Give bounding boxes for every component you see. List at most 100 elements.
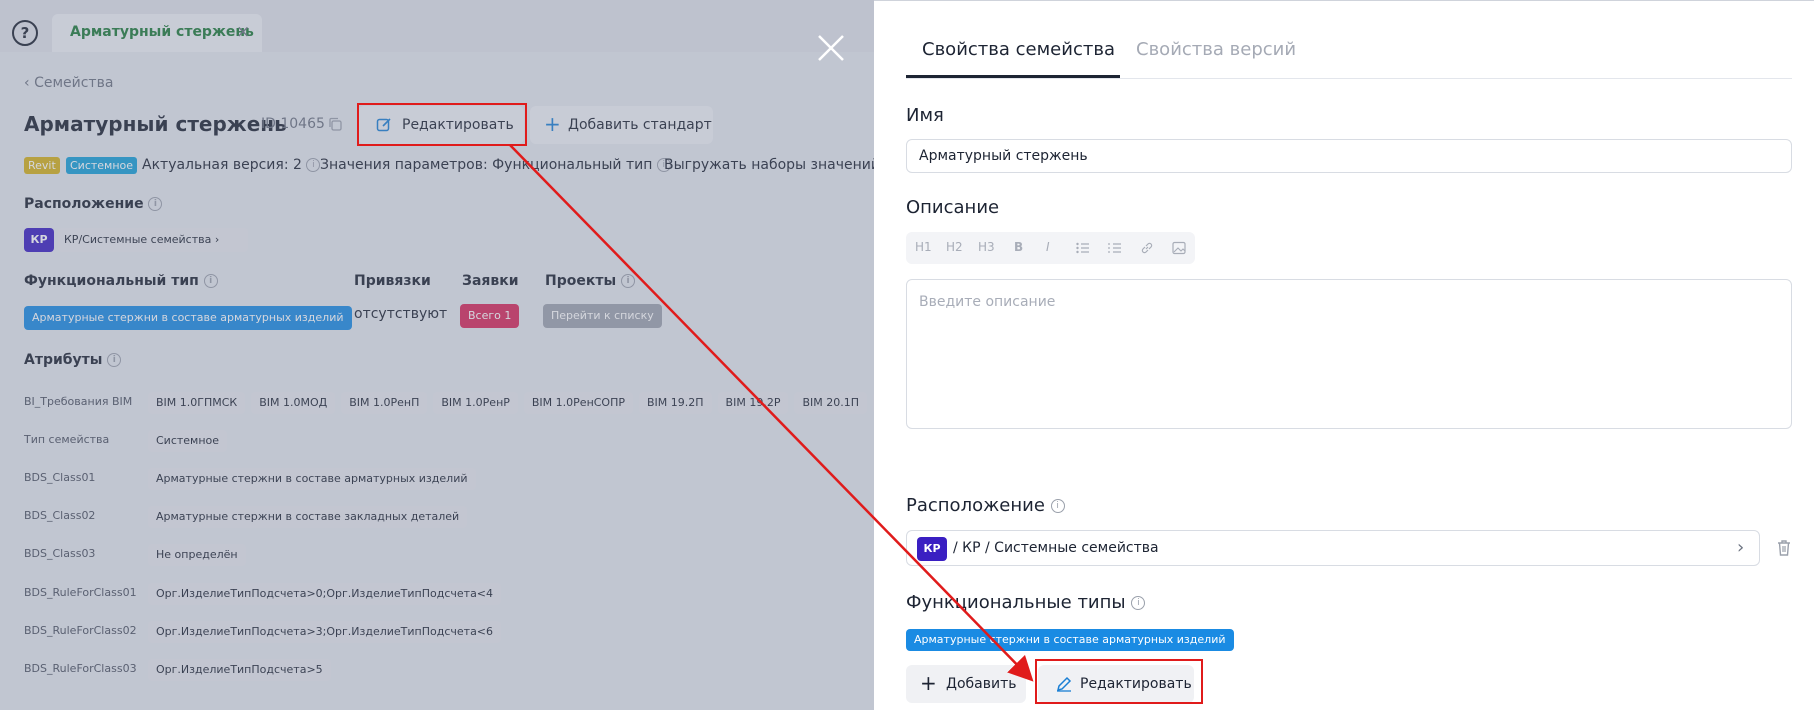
- attribute-value-chip: BIM 1.0РенП: [341, 392, 428, 414]
- edit-icon: [376, 118, 391, 132]
- info-icon: i: [1050, 499, 1065, 513]
- location-path: / КР / Системные семейства: [953, 540, 1159, 556]
- attributes-header-text: Атрибуты: [24, 352, 103, 368]
- info-icon: i: [203, 274, 218, 288]
- h3-button[interactable]: H3: [978, 240, 995, 254]
- projects-link[interactable]: Перейти к списку: [543, 304, 662, 328]
- attribute-value-chip: BIM 19.2Р: [717, 392, 789, 414]
- bindings-value: отсутствуют: [354, 306, 448, 322]
- add-func-type-button[interactable]: + Добавить: [906, 665, 1026, 703]
- trash-icon[interactable]: [1776, 539, 1792, 557]
- attribute-value-chip: BIM 19.2П: [639, 392, 712, 414]
- description-label: Описание: [906, 197, 1000, 218]
- location-path: КР/Системные семейства ›: [58, 228, 248, 252]
- chevron-right-icon: ›: [214, 233, 220, 246]
- attribute-key: BDS_Class02: [24, 509, 96, 522]
- location-select[interactable]: КР / КР / Системные семейства ›: [906, 530, 1760, 566]
- attribute-value-chip: BIM 1.0МОД: [251, 392, 336, 414]
- attribute-key: BDS_RuleForClass03: [24, 662, 137, 675]
- attribute-values: BIM 1.0ГПМСК BIM 1.0МОД BIM 1.0РенП BIM 1.0…: [148, 391, 874, 414]
- edit-func-types-button[interactable]: Редактировать: [1038, 665, 1194, 703]
- attributes-header: Атрибуты i: [24, 352, 122, 368]
- attribute-key: Тип семейства: [24, 433, 110, 446]
- export-sets: Выгружать наборы значений:: [664, 157, 874, 173]
- attribute-values: Орг.ИзделиеТипПодсчета>0;Орг.ИзделиеТипП…: [148, 582, 507, 605]
- attribute-value-chip: Орг.ИзделиеТипПодсчета>0;Орг.ИзделиеТипП…: [148, 583, 502, 605]
- edit-button[interactable]: Редактировать: [358, 106, 524, 144]
- attribute-value-chip: BIM 1.0ГПМСК: [148, 392, 246, 414]
- family-id: ID 10465: [261, 116, 325, 132]
- param-values: Значения параметров: Функциональный тип …: [320, 157, 671, 173]
- attribute-key: BDS_Class01: [24, 471, 96, 484]
- attribute-value-chip: BIM 1.0РенР: [433, 392, 518, 414]
- back-label: Семейства: [34, 75, 114, 91]
- chevron-left-icon: ‹: [24, 75, 35, 91]
- bullet-list-icon[interactable]: [1076, 242, 1090, 254]
- copy-icon[interactable]: [328, 117, 342, 131]
- location-header-text: Расположение: [24, 196, 144, 212]
- revit-badge: Revit: [24, 157, 60, 174]
- attribute-key: BDS_Class03: [24, 547, 96, 560]
- attribute-value-chip: Орг.ИзделиеТипПодсчета>3;Орг.ИзделиеТипП…: [148, 621, 502, 643]
- param-values-text: Значения параметров: Функциональный тип: [320, 157, 653, 173]
- name-label: Имя: [906, 105, 944, 126]
- chevron-right-icon: ›: [1737, 537, 1745, 558]
- actual-version: Актуальная версия: 2 i: [142, 157, 321, 173]
- tab-label: Арматурный стержень: [70, 24, 254, 40]
- close-tab-icon[interactable]: ×: [236, 22, 250, 42]
- attribute-value-chip: Не определён: [148, 544, 246, 566]
- location-header: Расположение i: [24, 196, 163, 212]
- func-type-header-text: Функциональный тип: [24, 273, 199, 289]
- func-types-label-text: Функциональные типы: [906, 592, 1126, 613]
- plus-icon: +: [920, 671, 937, 695]
- attribute-key: BDS_RuleForClass01: [24, 586, 137, 599]
- editor-toolbar: H1 H2 H3 B I: [906, 232, 1195, 264]
- question-icon[interactable]: ?: [12, 20, 38, 46]
- link-icon[interactable]: [1140, 241, 1154, 255]
- close-icon[interactable]: [816, 33, 846, 63]
- attribute-row: Тип семейства Системное: [24, 429, 874, 453]
- info-icon: i: [306, 158, 321, 172]
- projects-header-text: Проекты: [545, 273, 617, 289]
- attribute-key: BDS_RuleForClass02: [24, 624, 137, 637]
- attribute-row: BI_Требования BIM BIM 1.0ГПМСК BIM 1.0МОД B…: [24, 391, 874, 415]
- kp-badge: КР: [917, 537, 947, 561]
- location-label: Расположение i: [906, 495, 1065, 516]
- attribute-value-chip: BIM 1.0РенСОПР: [523, 392, 633, 414]
- image-icon[interactable]: [1172, 241, 1186, 255]
- screen: { "left": { "help_icon": "question-icon"…: [0, 0, 1814, 710]
- numbered-list-icon[interactable]: [1108, 242, 1122, 254]
- func-type-pill[interactable]: Арматурные стержни в составе арматурных …: [24, 306, 352, 330]
- location-path-text: КР/Системные семейства: [64, 233, 212, 246]
- requests-badge[interactable]: Всего 1: [460, 304, 520, 328]
- italic-button[interactable]: I: [1046, 240, 1050, 254]
- pencil-icon: [1056, 676, 1072, 692]
- family-detail-panel: ? Арматурный стержень × ‹ Семейства Арма…: [0, 0, 874, 710]
- attribute-row: BDS_RuleForClass01 Орг.ИзделиеТипПодсчета…: [24, 582, 874, 606]
- name-input[interactable]: Арматурный стержень: [906, 139, 1792, 173]
- h2-button[interactable]: H2: [946, 240, 963, 254]
- attribute-row: BDS_Class01 Арматурные стержни в составе …: [24, 467, 874, 491]
- location-chip[interactable]: КР КР/Системные семейства ›: [24, 228, 248, 252]
- tab-armature-rod[interactable]: Арматурный стержень ×: [52, 14, 262, 52]
- attribute-values: Арматурные стержни в составе закладных д…: [148, 505, 473, 528]
- attribute-value-chip: Орг.ИзделиеТипПодсчета>5: [148, 659, 331, 681]
- func-type-pill[interactable]: Арматурные стержни в составе арматурных …: [906, 629, 1234, 651]
- tab-family-properties[interactable]: Свойства семейства: [922, 39, 1115, 60]
- attribute-values: Арматурные стержни в составе арматурных …: [148, 467, 482, 490]
- h1-button[interactable]: H1: [915, 240, 932, 254]
- info-icon: i: [621, 274, 636, 288]
- properties-drawer: Свойства семейства Свойства версий Имя А…: [874, 0, 1814, 710]
- description-placeholder: Введите описание: [919, 294, 1056, 310]
- breadcrumb-back[interactable]: ‹ Семейства: [24, 75, 113, 91]
- tab-version-properties[interactable]: Свойства версий: [1136, 39, 1296, 60]
- system-badge: Системное: [66, 157, 138, 174]
- attribute-values: Орг.ИзделиеТипПодсчета>5: [148, 658, 337, 681]
- location-label-text: Расположение: [906, 495, 1045, 516]
- bold-button[interactable]: B: [1014, 240, 1023, 254]
- requests-header: Заявки: [462, 273, 519, 289]
- attribute-values: Орг.ИзделиеТипПодсчета>3;Орг.ИзделиеТипП…: [148, 620, 507, 643]
- add-standard-button[interactable]: + Добавить стандарт: [530, 106, 713, 144]
- description-textarea[interactable]: Введите описание: [906, 279, 1792, 429]
- info-icon: i: [148, 197, 163, 211]
